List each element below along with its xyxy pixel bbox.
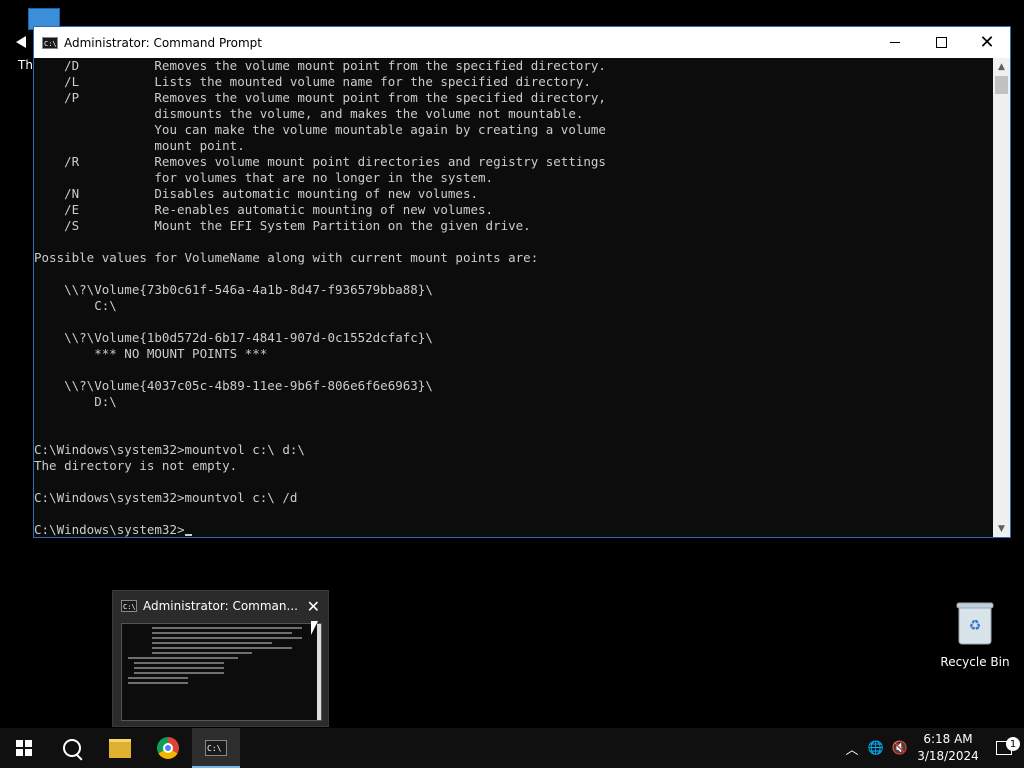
cmd-icon: C:\ (205, 740, 227, 756)
taskbar-file-explorer[interactable] (96, 728, 144, 768)
cmd-icon: C:\ (121, 600, 137, 612)
clock[interactable]: 6:18 AM 3/18/2024 (912, 731, 984, 765)
window-title: Administrator: Command Prompt (64, 35, 262, 50)
action-center-button[interactable]: 1 (984, 737, 1024, 755)
show-hidden-icons-button[interactable]: ︿ (840, 739, 864, 758)
preview-thumbnail[interactable] (121, 623, 322, 721)
volume-button[interactable]: 🔇 (888, 741, 912, 756)
command-prompt-window[interactable]: C:\ Administrator: Command Prompt ✕ /D R… (33, 26, 1011, 538)
start-button[interactable] (0, 728, 48, 768)
svg-text:♻: ♻ (969, 618, 982, 634)
file-explorer-icon (109, 738, 131, 758)
network-button[interactable]: 🌐 (864, 741, 888, 756)
preview-title: Administrator: Comman... (143, 599, 298, 613)
taskbar-chrome[interactable] (144, 728, 192, 768)
recycle-bin-icon: ♻ (956, 602, 994, 645)
recycle-bin-label: Recycle Bin (940, 655, 1010, 669)
maximize-button[interactable] (918, 27, 964, 58)
minimize-icon (890, 42, 900, 43)
taskbar-thumbnail-preview[interactable]: C:\ Administrator: Comman... ✕ (112, 590, 329, 727)
speaker-muted-icon: 🔇 (891, 740, 909, 756)
preview-scrollbar (317, 624, 321, 720)
notification-badge: 1 (1006, 737, 1020, 751)
console-area[interactable]: /D Removes the volume mount point from t… (34, 58, 994, 537)
system-tray: ︿ 🌐 🔇 6:18 AM 3/18/2024 1 (840, 728, 1024, 768)
windows-logo-icon (16, 740, 32, 756)
clock-time: 6:18 AM (923, 732, 973, 746)
close-icon: ✕ (979, 31, 995, 53)
title-bar[interactable]: C:\ Administrator: Command Prompt ✕ (34, 27, 1010, 58)
scroll-down-arrow-icon[interactable]: ▼ (993, 520, 1010, 537)
clock-date: 3/18/2024 (917, 749, 979, 763)
chrome-icon (157, 737, 179, 759)
console-text: /D Removes the volume mount point from t… (34, 58, 606, 537)
desktop-icon-recycle-bin[interactable]: ♻ Recycle Bin (940, 600, 1010, 669)
search-icon (63, 739, 81, 757)
scrollbar-thumb[interactable] (995, 76, 1008, 94)
text-cursor (184, 534, 192, 536)
vertical-scrollbar[interactable]: ▲ ▼ (993, 58, 1010, 537)
mouse-pointer-icon (311, 621, 318, 635)
maximize-icon (935, 37, 947, 48)
chevron-up-icon: ︿ (845, 742, 859, 758)
search-button[interactable] (48, 728, 96, 768)
close-button[interactable]: ✕ (964, 27, 1010, 58)
taskbar: C:\ ︿ 🌐 🔇 6:18 AM 3/18/2024 1 (0, 728, 1024, 768)
preview-close-icon[interactable]: ✕ (307, 597, 320, 616)
globe-network-icon: 🌐 (867, 740, 885, 756)
taskbar-command-prompt[interactable]: C:\ (192, 728, 240, 768)
minimize-button[interactable] (872, 27, 918, 58)
scroll-up-arrow-icon[interactable]: ▲ (993, 58, 1010, 75)
cmd-icon: C:\ (42, 36, 58, 49)
